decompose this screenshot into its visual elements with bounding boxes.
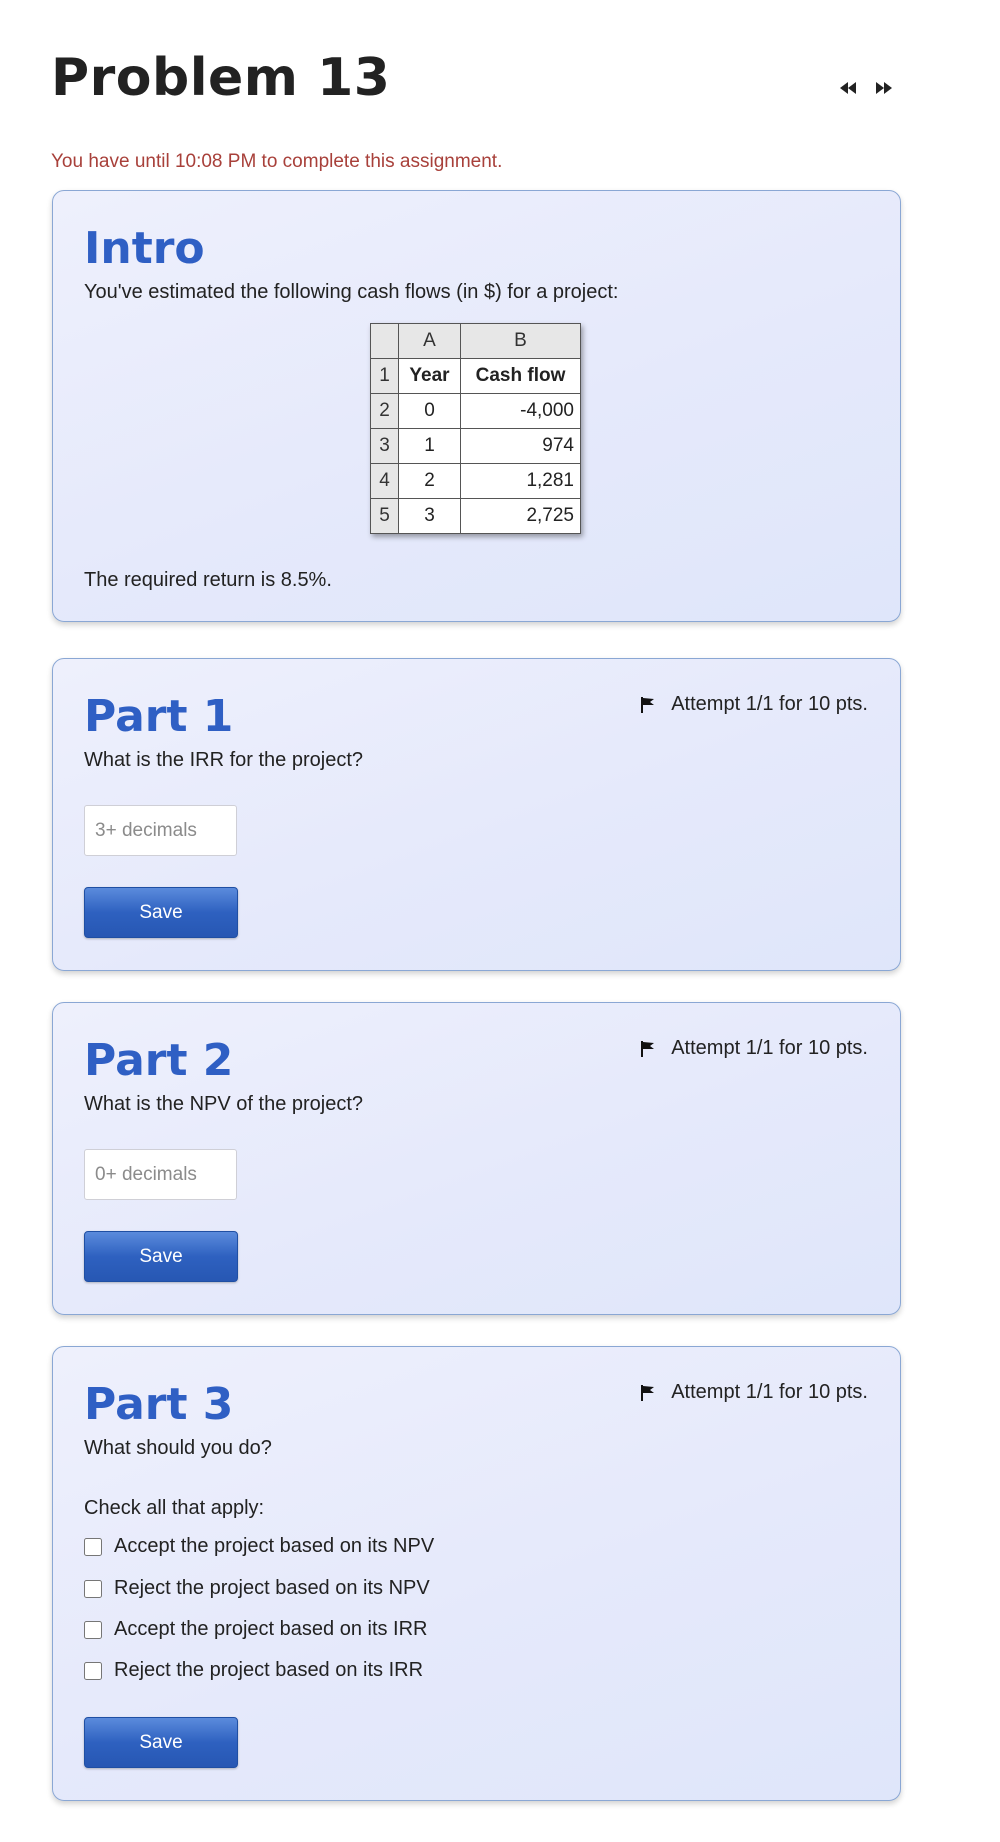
table-row: 2 0 -4,000 <box>370 393 581 429</box>
row-number: 2 <box>370 393 399 429</box>
part-3-question: What should you do? <box>84 1437 272 1459</box>
table-row: 1 Year Cash flow <box>370 358 581 394</box>
checkbox[interactable] <box>84 1537 102 1556</box>
rewind-icon[interactable] <box>838 78 858 98</box>
problem-navigation <box>838 78 894 98</box>
table-cell: 974 <box>460 428 581 464</box>
attempt-text: Attempt 1/1 for 10 pts. <box>671 1381 868 1403</box>
row-number: 1 <box>370 358 399 394</box>
option-label: Accept the project based on its NPV <box>114 1535 435 1557</box>
option-accept-npv[interactable]: Accept the project based on its NPV <box>84 1535 434 1558</box>
intro-description: You've estimated the following cash flow… <box>84 281 619 303</box>
attempt-info: Attempt 1/1 for 10 pts. <box>639 1037 868 1060</box>
intro-card: Intro You've estimated the following cas… <box>52 190 901 622</box>
part-1-question: What is the IRR for the project? <box>84 749 364 771</box>
part-1-title: Part 1 <box>84 691 234 742</box>
column-header: B <box>460 323 581 359</box>
table-row: 3 1 974 <box>370 428 581 464</box>
option-reject-irr[interactable]: Reject the project based on its IRR <box>84 1659 423 1682</box>
option-label: Reject the project based on its IRR <box>114 1659 424 1681</box>
npv-answer-input[interactable] <box>84 1149 237 1200</box>
cash-flow-table: A B 1 Year Cash flow 2 0 -4,000 3 1 974 … <box>370 323 581 534</box>
option-label: Reject the project based on its NPV <box>114 1577 430 1599</box>
checkbox[interactable] <box>84 1661 102 1680</box>
table-corner <box>370 323 399 359</box>
flag-icon[interactable] <box>639 1039 657 1059</box>
option-label: Accept the project based on its IRR <box>114 1618 428 1640</box>
part-3-save-button[interactable]: Save <box>84 1717 238 1768</box>
attempt-text: Attempt 1/1 for 10 pts. <box>671 1037 868 1059</box>
part-2-card: Part 2 Attempt 1/1 for 10 pts. What is t… <box>52 1002 901 1315</box>
table-cell: Cash flow <box>460 358 581 394</box>
table-cell: -4,000 <box>460 393 581 429</box>
column-header: A <box>398 323 461 359</box>
flag-icon[interactable] <box>639 1383 657 1403</box>
option-reject-npv[interactable]: Reject the project based on its NPV <box>84 1577 430 1600</box>
checkbox[interactable] <box>84 1579 102 1598</box>
part-3-card: Part 3 Attempt 1/1 for 10 pts. What shou… <box>52 1346 901 1801</box>
checkbox[interactable] <box>84 1620 102 1639</box>
page-title: Problem 13 <box>51 48 391 108</box>
table-row: 4 2 1,281 <box>370 463 581 499</box>
part-1-save-button[interactable]: Save <box>84 887 238 938</box>
flag-icon[interactable] <box>639 695 657 715</box>
check-instruction: Check all that apply: <box>84 1497 265 1519</box>
table-cell: 3 <box>398 498 461 534</box>
table-row: 5 3 2,725 <box>370 498 581 534</box>
row-number: 4 <box>370 463 399 499</box>
required-return-text: The required return is 8.5%. <box>84 569 332 591</box>
attempt-info: Attempt 1/1 for 10 pts. <box>639 693 868 716</box>
row-number: 3 <box>370 428 399 464</box>
table-cell: 0 <box>398 393 461 429</box>
table-cell: 1,281 <box>460 463 581 499</box>
option-accept-irr[interactable]: Accept the project based on its IRR <box>84 1618 428 1641</box>
row-number: 5 <box>370 498 399 534</box>
table-cell: 1 <box>398 428 461 464</box>
attempt-info: Attempt 1/1 for 10 pts. <box>639 1381 868 1404</box>
fast-forward-icon[interactable] <box>874 78 894 98</box>
part-3-title: Part 3 <box>84 1379 234 1430</box>
table-cell: 2 <box>398 463 461 499</box>
part-2-save-button[interactable]: Save <box>84 1231 238 1282</box>
irr-answer-input[interactable] <box>84 805 237 856</box>
deadline-notice: You have until 10:08 PM to complete this… <box>51 151 503 172</box>
intro-title: Intro <box>84 223 205 274</box>
attempt-text: Attempt 1/1 for 10 pts. <box>671 693 868 715</box>
table-cell: Year <box>398 358 461 394</box>
table-cell: 2,725 <box>460 498 581 534</box>
part-1-card: Part 1 Attempt 1/1 for 10 pts. What is t… <box>52 658 901 971</box>
part-2-title: Part 2 <box>84 1035 234 1086</box>
part-2-question: What is the NPV of the project? <box>84 1093 364 1115</box>
